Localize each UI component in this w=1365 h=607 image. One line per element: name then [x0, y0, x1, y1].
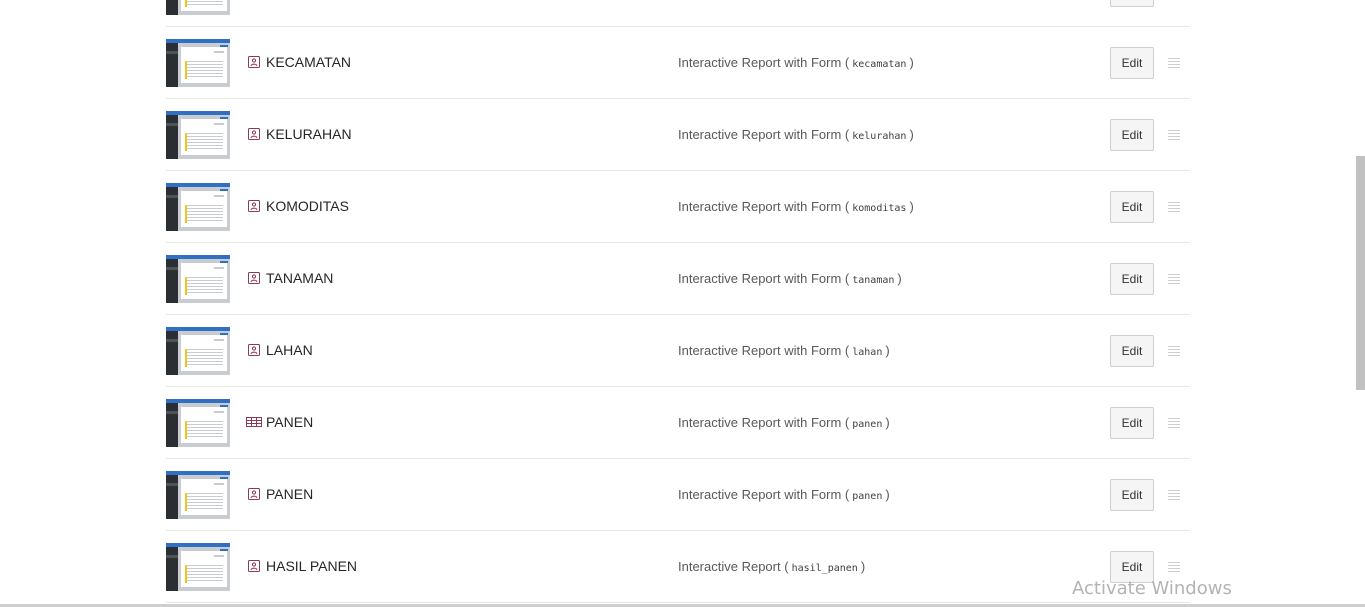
page-alias: panen — [852, 491, 883, 502]
table-icon — [246, 416, 262, 428]
page-alias: kelurahan — [852, 131, 907, 142]
page-thumbnail[interactable] — [166, 183, 230, 231]
form-icon — [247, 56, 261, 68]
edit-button[interactable]: Edit — [1110, 191, 1154, 223]
page-name[interactable]: PANEN — [266, 414, 313, 430]
page-alias: komoditas — [852, 203, 907, 214]
drag-handle-icon[interactable] — [1168, 130, 1180, 140]
edit-button[interactable]: Edit — [1110, 479, 1154, 511]
page-name[interactable]: TANAMAN — [266, 270, 333, 286]
page-name[interactable]: KECAMATAN — [266, 54, 351, 70]
drag-handle-icon[interactable] — [1168, 418, 1180, 428]
page-alias: lahan — [852, 347, 883, 358]
page-description: Interactive Report with Form (lahan) — [678, 343, 890, 358]
edit-button[interactable]: Edit — [1110, 407, 1154, 439]
page-thumbnail[interactable] — [166, 111, 230, 159]
edit-button[interactable]: Edit — [1110, 119, 1154, 151]
form-icon — [247, 272, 261, 284]
list-item[interactable]: PANEN Interactive Report with Form (pane… — [166, 387, 1190, 459]
page-thumbnail[interactable] — [166, 543, 230, 591]
list-item[interactable]: TANAMAN Interactive Report with Form (ta… — [166, 243, 1190, 315]
edit-button[interactable]: Edit — [1110, 335, 1154, 367]
list-item[interactable]: KOMODITAS Interactive Report with Form (… — [166, 171, 1190, 243]
page-thumbnail[interactable] — [166, 39, 230, 87]
list-item[interactable]: PANEN Interactive Report with Form (pane… — [166, 459, 1190, 531]
page-description: Interactive Report with Form (panen) — [678, 487, 890, 502]
page-description: Interactive Report with Form (kelurahan) — [678, 127, 914, 142]
page-name[interactable]: KOMODITAS — [266, 198, 349, 214]
drag-handle-icon[interactable] — [1168, 490, 1180, 500]
edit-button[interactable]: Edit — [1110, 47, 1154, 79]
edit-button[interactable]: Edit — [1110, 0, 1154, 7]
scrollbar-thumb[interactable] — [1356, 156, 1365, 390]
page-thumbnail[interactable] — [166, 0, 230, 15]
drag-handle-icon[interactable] — [1168, 562, 1180, 572]
page-alias: hasil_panen — [791, 563, 858, 574]
list-item[interactable]: KECAMATAN Interactive Report with Form (… — [166, 27, 1190, 99]
list-item[interactable]: HASIL PANEN Interactive Report (hasil_pa… — [166, 531, 1190, 603]
page-alias: kecamatan — [852, 59, 907, 70]
page-description: Interactive Report (hasil_panen) — [678, 559, 866, 574]
page-list: Edit KECAMATAN Interactive Report with F… — [166, 0, 1190, 603]
page-thumbnail[interactable] — [166, 327, 230, 375]
list-item[interactable]: Edit — [166, 0, 1190, 27]
page-description: Interactive Report with Form (komoditas) — [678, 199, 914, 214]
page-alias: tanaman — [852, 275, 895, 286]
drag-handle-icon[interactable] — [1168, 346, 1180, 356]
page-alias: panen — [852, 419, 883, 430]
page-description: Interactive Report with Form (tanaman) — [678, 271, 902, 286]
page-description: Interactive Report with Form (kecamatan) — [678, 55, 914, 70]
drag-handle-icon[interactable] — [1168, 58, 1180, 68]
page-thumbnail[interactable] — [166, 255, 230, 303]
form-icon — [247, 560, 261, 572]
page-name[interactable]: PANEN — [266, 486, 313, 502]
edit-button[interactable]: Edit — [1110, 263, 1154, 295]
page-name[interactable]: KELURAHAN — [266, 126, 352, 142]
list-item[interactable]: LAHAN Interactive Report with Form (laha… — [166, 315, 1190, 387]
drag-handle-icon[interactable] — [1168, 274, 1180, 284]
page-description: Interactive Report with Form (panen) — [678, 415, 890, 430]
page-name[interactable]: HASIL PANEN — [266, 558, 357, 574]
form-icon — [247, 200, 261, 212]
page-thumbnail[interactable] — [166, 399, 230, 447]
form-icon — [247, 344, 261, 356]
form-icon — [247, 488, 261, 500]
activate-windows-watermark: Activate Windows — [1072, 578, 1232, 599]
page-thumbnail[interactable] — [166, 471, 230, 519]
page-name[interactable]: LAHAN — [266, 342, 313, 358]
drag-handle-icon[interactable] — [1168, 202, 1180, 212]
form-icon — [247, 128, 261, 140]
list-item[interactable]: KELURAHAN Interactive Report with Form (… — [166, 99, 1190, 171]
page: Edit KECAMATAN Interactive Report with F… — [0, 0, 1365, 607]
